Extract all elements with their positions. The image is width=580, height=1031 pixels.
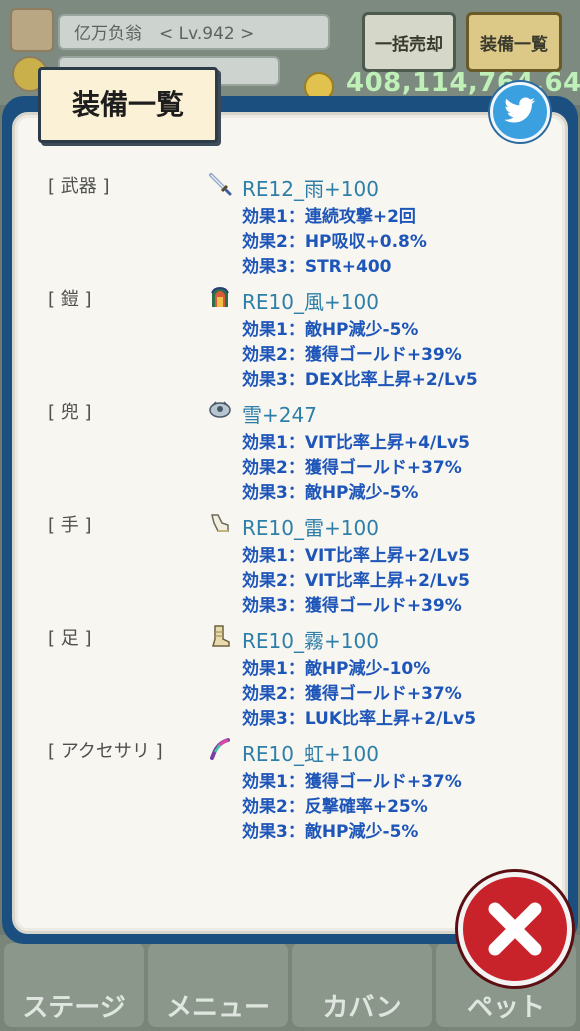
modal-title: 装備一覧 (38, 67, 218, 143)
effect-feet-3: 効果3：LUK比率上昇+2/Lv5 (242, 709, 477, 729)
slot-label-armor: [ 鎧 ] (48, 289, 92, 310)
sell-all-button[interactable]: 一括売却 (362, 12, 456, 72)
gold-amount: 408,114,764,649 (346, 68, 580, 98)
effect-accessory-3: 効果3：敵HP減少-5% (242, 822, 419, 842)
nav-menu[interactable]: メニュー (148, 943, 288, 1027)
effect-accessory-1: 効果1：獲得ゴールド+37% (242, 772, 462, 792)
slot-label-feet: [ 足 ] (48, 628, 92, 649)
effect-accessory-2: 効果2：反撃確率+25% (242, 797, 428, 817)
effect-armor-1: 効果1：敵HP減少-5% (242, 320, 419, 340)
effect-weapon-2: 効果2：HP吸収+0.8% (242, 232, 427, 252)
feather-accessory-icon[interactable] (208, 737, 232, 761)
player-name-plate: 亿万负翁 < Lv.942 > (58, 14, 330, 50)
player-avatar (10, 8, 54, 52)
effect-weapon-3: 効果3：STR+400 (242, 257, 392, 277)
effect-helmet-1: 効果1：VIT比率上昇+4/Lv5 (242, 433, 470, 453)
effect-helmet-2: 効果2：獲得ゴールド+37% (242, 458, 462, 478)
item-name-accessory: RE10_虹+100 (242, 742, 379, 766)
effect-hands-2: 効果2：VIT比率上昇+2/Lv5 (242, 571, 470, 591)
sword-icon[interactable] (208, 172, 232, 196)
slot-label-accessory: [ アクセサリ ] (48, 741, 163, 762)
item-name-armor: RE10_風+100 (242, 290, 379, 314)
slot-label-weapon: [ 武器 ] (48, 176, 110, 197)
item-name-weapon: RE12_雨+100 (242, 177, 379, 201)
armor-icon[interactable] (208, 285, 232, 309)
effect-feet-2: 効果2：獲得ゴールド+37% (242, 684, 462, 704)
equip-list-button[interactable]: 装備一覧 (466, 12, 562, 72)
effect-armor-3: 効果3：DEX比率上昇+2/Lv5 (242, 370, 478, 390)
effect-feet-1: 効果1：敵HP減少-10% (242, 659, 431, 679)
twitter-bird-icon (504, 97, 536, 123)
glove-icon[interactable] (208, 511, 232, 535)
nav-bag[interactable]: カバン (292, 943, 432, 1027)
boot-icon[interactable] (208, 624, 232, 648)
nav-stage[interactable]: ステージ (4, 943, 144, 1027)
close-button[interactable] (458, 872, 572, 986)
slot-label-helmet: [ 兜 ] (48, 402, 92, 423)
effect-armor-2: 効果2：獲得ゴールド+39% (242, 345, 462, 365)
slot-label-hands: [ 手 ] (48, 515, 92, 536)
item-name-hands: RE10_雷+100 (242, 516, 379, 540)
close-icon (488, 902, 542, 956)
effect-helmet-3: 効果3：敵HP減少-5% (242, 483, 419, 503)
item-name-feet: RE10_霧+100 (242, 629, 379, 653)
helmet-icon[interactable] (208, 398, 232, 422)
effect-hands-3: 効果3：獲得ゴールド+39% (242, 596, 462, 616)
item-name-helmet: 雪+247 (242, 403, 317, 427)
effect-hands-1: 効果1：VIT比率上昇+2/Lv5 (242, 546, 470, 566)
effect-weapon-1: 効果1：連続攻撃+2回 (242, 207, 416, 227)
twitter-share-button[interactable] (490, 82, 550, 142)
